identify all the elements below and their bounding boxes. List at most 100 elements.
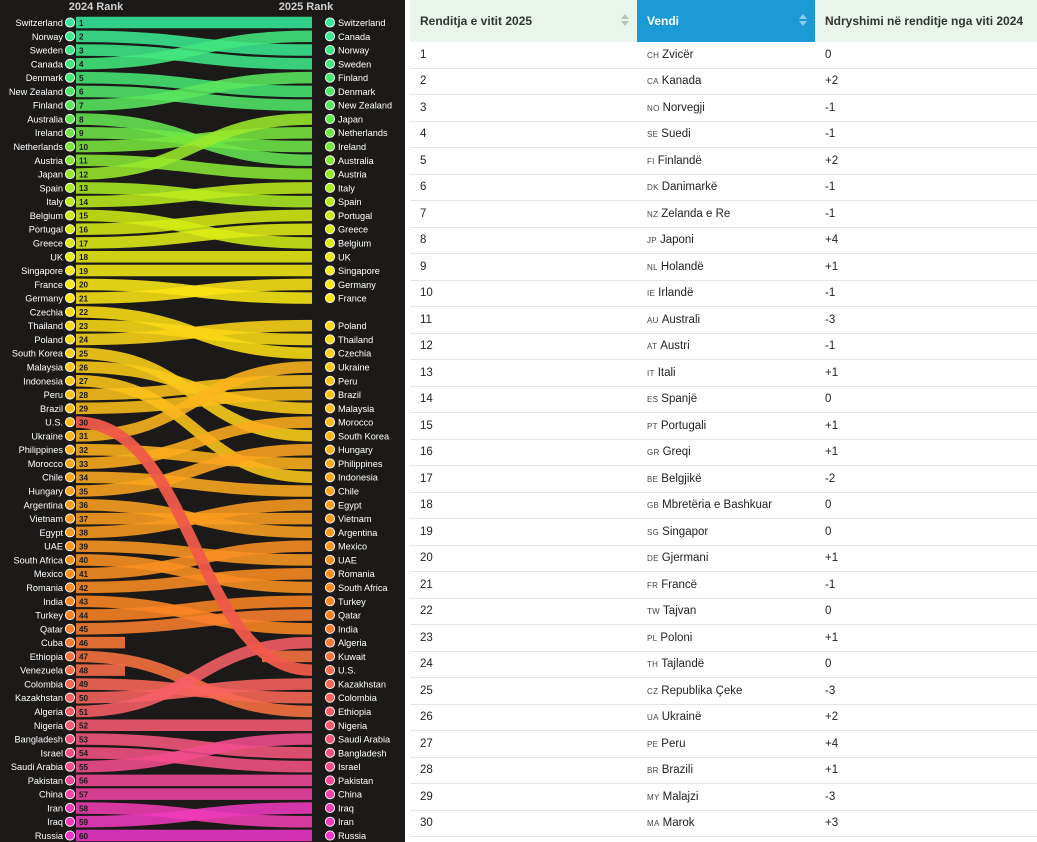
change-cell: +2 xyxy=(815,704,1037,731)
flag-icon xyxy=(324,609,336,621)
table-row: 29 MY Malajzi -3 xyxy=(410,783,1037,811)
rank-2024-china: 57 xyxy=(79,790,89,799)
label-2024-ireland: Ireland xyxy=(35,128,63,138)
flag-icon xyxy=(64,210,76,221)
label-2024-algeria: Algeria xyxy=(34,707,63,717)
flag-icon xyxy=(64,196,76,207)
label-2025-indonesia: Indonesia xyxy=(338,473,379,483)
country-cell: DE Gjermani xyxy=(637,545,815,572)
flag-icon xyxy=(324,485,336,497)
country-name: Mbretëria e Bashkuar xyxy=(662,499,773,512)
label-2025-qatar: Qatar xyxy=(338,611,361,621)
rank-2024-malaysia: 26 xyxy=(79,363,89,372)
label-2024-kazakhstan: Kazakhstan xyxy=(15,693,63,703)
rank-2025-turkey: 43 xyxy=(313,598,323,607)
table-row: 26 UA Ukrainë +2 xyxy=(410,704,1037,731)
rank-2025-czechia: 25 xyxy=(313,350,323,359)
right-axis-title: 2025 Rank xyxy=(279,1,334,13)
label-2024-argentina: Argentina xyxy=(24,500,64,510)
sort-icon[interactable] xyxy=(621,12,629,30)
label-2024-philippines: Philippines xyxy=(19,445,64,455)
rank-2025-thailand: 24 xyxy=(313,336,323,345)
header-country[interactable]: Vendi xyxy=(637,0,815,42)
country-cell: PE Peru xyxy=(637,730,815,758)
rank-2025-austria: 12 xyxy=(313,170,323,179)
flag-icon xyxy=(324,747,336,758)
label-2024-spain: Spain xyxy=(40,183,64,193)
table-row: 25 CZ Republika Çeke -3 xyxy=(410,677,1037,705)
country-cell: CA Kanada xyxy=(637,68,815,95)
label-2024-singapore: Singapore xyxy=(21,266,63,276)
country-cell: CZ Republika Çeke xyxy=(637,677,815,705)
flag-icon xyxy=(64,279,76,290)
flag-icon xyxy=(64,375,76,386)
rank-2025-russia: 60 xyxy=(313,832,323,841)
header-rank-change[interactable]: Ndryshimi në renditje nga viti 2024 xyxy=(815,0,1037,42)
flag-icon xyxy=(64,472,76,483)
flag-icon xyxy=(324,17,336,28)
label-2024-poland: Poland xyxy=(34,335,63,345)
label-2024-morocco: Morocco xyxy=(28,459,63,469)
label-2025-canada: Canada xyxy=(338,32,371,42)
table-row: 16 GR Greqi +1 xyxy=(410,439,1037,466)
sort-icon[interactable] xyxy=(799,12,807,30)
rank-2025-mexico: 39 xyxy=(313,542,323,551)
flag-icon xyxy=(64,775,76,786)
change-cell: +3 xyxy=(815,810,1037,837)
rank-2024-belgium: 15 xyxy=(79,212,89,221)
rank-2024-austria: 11 xyxy=(79,157,88,166)
label-2024-canada: Canada xyxy=(31,59,64,69)
flag-icon xyxy=(64,678,76,689)
rank-2024-brazil: 29 xyxy=(79,405,89,414)
flag-icon xyxy=(64,623,76,634)
flag-icon xyxy=(324,361,336,373)
label-2025-nigeria: Nigeria xyxy=(338,721,368,731)
flag-icon xyxy=(64,348,76,359)
country-name: Gjermani xyxy=(661,552,709,565)
label-2025-spain: Spain xyxy=(338,197,362,207)
label-2025-russia: Russia xyxy=(338,831,367,841)
rank-2025-south-korea: 31 xyxy=(313,432,323,441)
label-2024-egypt: Egypt xyxy=(40,528,64,538)
table-row: 28 BR Brazili +1 xyxy=(410,757,1037,784)
country-cell: IE Irlandë xyxy=(637,280,815,307)
country-cell: FI Finlandë xyxy=(637,147,815,175)
country-name: Norvegji xyxy=(662,101,705,114)
label-2025-france: France xyxy=(338,294,367,304)
country-cell: PT Portugali xyxy=(637,412,815,440)
flag-icon xyxy=(64,692,76,703)
rank-2025-malaysia: 29 xyxy=(313,405,323,414)
country-code: BR xyxy=(647,766,659,776)
flag-icon xyxy=(64,58,76,69)
header-rank-2025[interactable]: Renditja e vitit 2025 xyxy=(410,0,637,42)
country-code: BE xyxy=(647,474,659,484)
flag-icon xyxy=(324,582,336,593)
table-row: 2 CA Kanada +2 xyxy=(410,68,1037,95)
country-code: UA xyxy=(647,713,659,723)
label-2025-romania: Romania xyxy=(338,569,376,579)
label-2024-ethiopia: Ethiopia xyxy=(30,652,64,662)
flag-icon xyxy=(324,802,336,814)
rank-2024-qatar: 45 xyxy=(79,625,89,634)
flag-icon xyxy=(324,45,336,56)
rank-cell: 19 xyxy=(410,518,637,546)
label-2024-pakistan: Pakistan xyxy=(28,776,63,786)
flag-icon xyxy=(64,237,76,249)
flag-icon xyxy=(324,196,336,207)
rank-2025-netherlands: 9 xyxy=(317,129,322,138)
flag-icon xyxy=(324,541,336,552)
rank-cell: 7 xyxy=(410,200,637,228)
change-cell: +1 xyxy=(815,439,1037,466)
country-name: Tajvan xyxy=(663,605,697,618)
change-cell: -1 xyxy=(815,200,1037,228)
rank-2025-india: 45 xyxy=(313,625,323,634)
country-code: PL xyxy=(647,633,658,643)
country-cell: BE Belgjikë xyxy=(637,465,815,493)
flag-icon xyxy=(324,734,336,745)
rank-cell: 23 xyxy=(410,624,637,652)
rank-2024-ireland: 9 xyxy=(79,129,84,138)
flag-icon xyxy=(64,182,76,193)
rank-2024-romania: 42 xyxy=(79,584,89,593)
country-name: Peru xyxy=(661,737,686,750)
rank-2024-france: 20 xyxy=(79,281,89,290)
